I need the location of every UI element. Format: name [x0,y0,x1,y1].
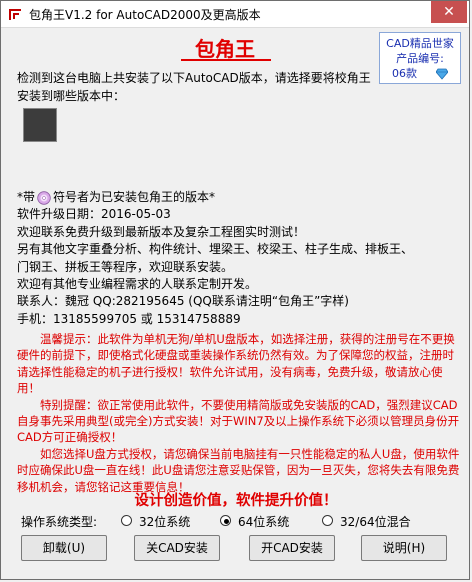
autocad-version-checkbox[interactable] [23,108,57,142]
contact-line: 联系人：魏冠 QQ:282195645 (QQ联系请注明“包角王”字样) [17,294,349,309]
main-window: 包角王V1.2 for AutoCAD2000及更高版本 ✕ 包角王 CAD精品… [0,0,470,580]
promo-line-2: 产品编号: [396,52,444,65]
notice-paragraph: 如您选择U盘方式授权，请您确保当前电脑挂有一只性能稳定的私人U盘，使用软件时应确… [17,446,460,494]
promo-line-3: 06款 [392,67,417,80]
brand-underline [181,59,271,61]
info-line: 欢迎联系免费升级到最新版本及复杂工程图实时测试！ [17,224,306,239]
brand-title: 包角王 [195,37,255,61]
info-line: 另有其他文字重叠分析、构件统计、埋梁王、校梁王、柱子生成、排板王、 [17,242,414,257]
cd-disc-icon [37,190,51,205]
info-block: *带 符号者为已安装包角王的版本* 软件升级日期：2016-05-03 欢迎联系免… [17,189,467,328]
promo-box[interactable]: CAD精品世家 产品编号: 06款 [379,32,461,84]
promo-line-1: CAD精品世家 [386,37,454,50]
notice-paragraph: 特别提醒：欲正常使用此软件，不要使用精简版或免安装版的CAD，强烈建议CAD自身… [17,397,460,445]
info-line: 门钢王、拼板王等程序，欢迎联系安装。 [17,259,234,274]
notice-block: 温馨提示：此软件为单机无狗/单机U盘版本，如选择注册，获得的注册号在不更换硬件的… [17,331,463,495]
info-line: 欢迎有其他专业编程需求的人联系定制开发。 [17,276,258,291]
window-title: 包角王V1.2 for AutoCAD2000及更高版本 [29,8,261,22]
radio-circle [121,515,132,526]
info-line: 软件升级日期：2016-05-03 [17,207,171,222]
diamond-icon [435,65,449,80]
help-button[interactable]: 说明(H) [361,535,447,561]
detection-message: 检测到这台电脑上共安装了以下AutoCAD版本，请选择要将校角王安装到哪些版本中… [17,71,371,103]
open-cad-install-button[interactable]: 开CAD安装 [249,535,335,561]
slogan: 设计创造价值，软件提升价值！ [134,493,338,509]
uninstall-button[interactable]: 卸载(U) [21,535,107,561]
installed-legend: *带 符号者为已安装包角王的版本* [17,190,216,205]
notice-paragraph: 温馨提示：此软件为单机无狗/单机U盘版本，如选择注册，获得的注册号在不更换硬件的… [17,332,455,396]
close-button[interactable]: ✕ [431,1,467,23]
radio-selected-dot [224,519,229,524]
phone-line: 手机：13185599705 或 15314758889 [17,311,241,326]
title-bar[interactable]: 包角王V1.2 for AutoCAD2000及更高版本 ✕ [1,1,469,28]
corner-app-icon [7,6,23,22]
close-cad-install-button[interactable]: 关CAD安装 [134,535,220,561]
radio-circle [322,515,333,526]
os-type-label: 操作系统类型: [21,515,98,529]
radio-circle [220,515,231,526]
